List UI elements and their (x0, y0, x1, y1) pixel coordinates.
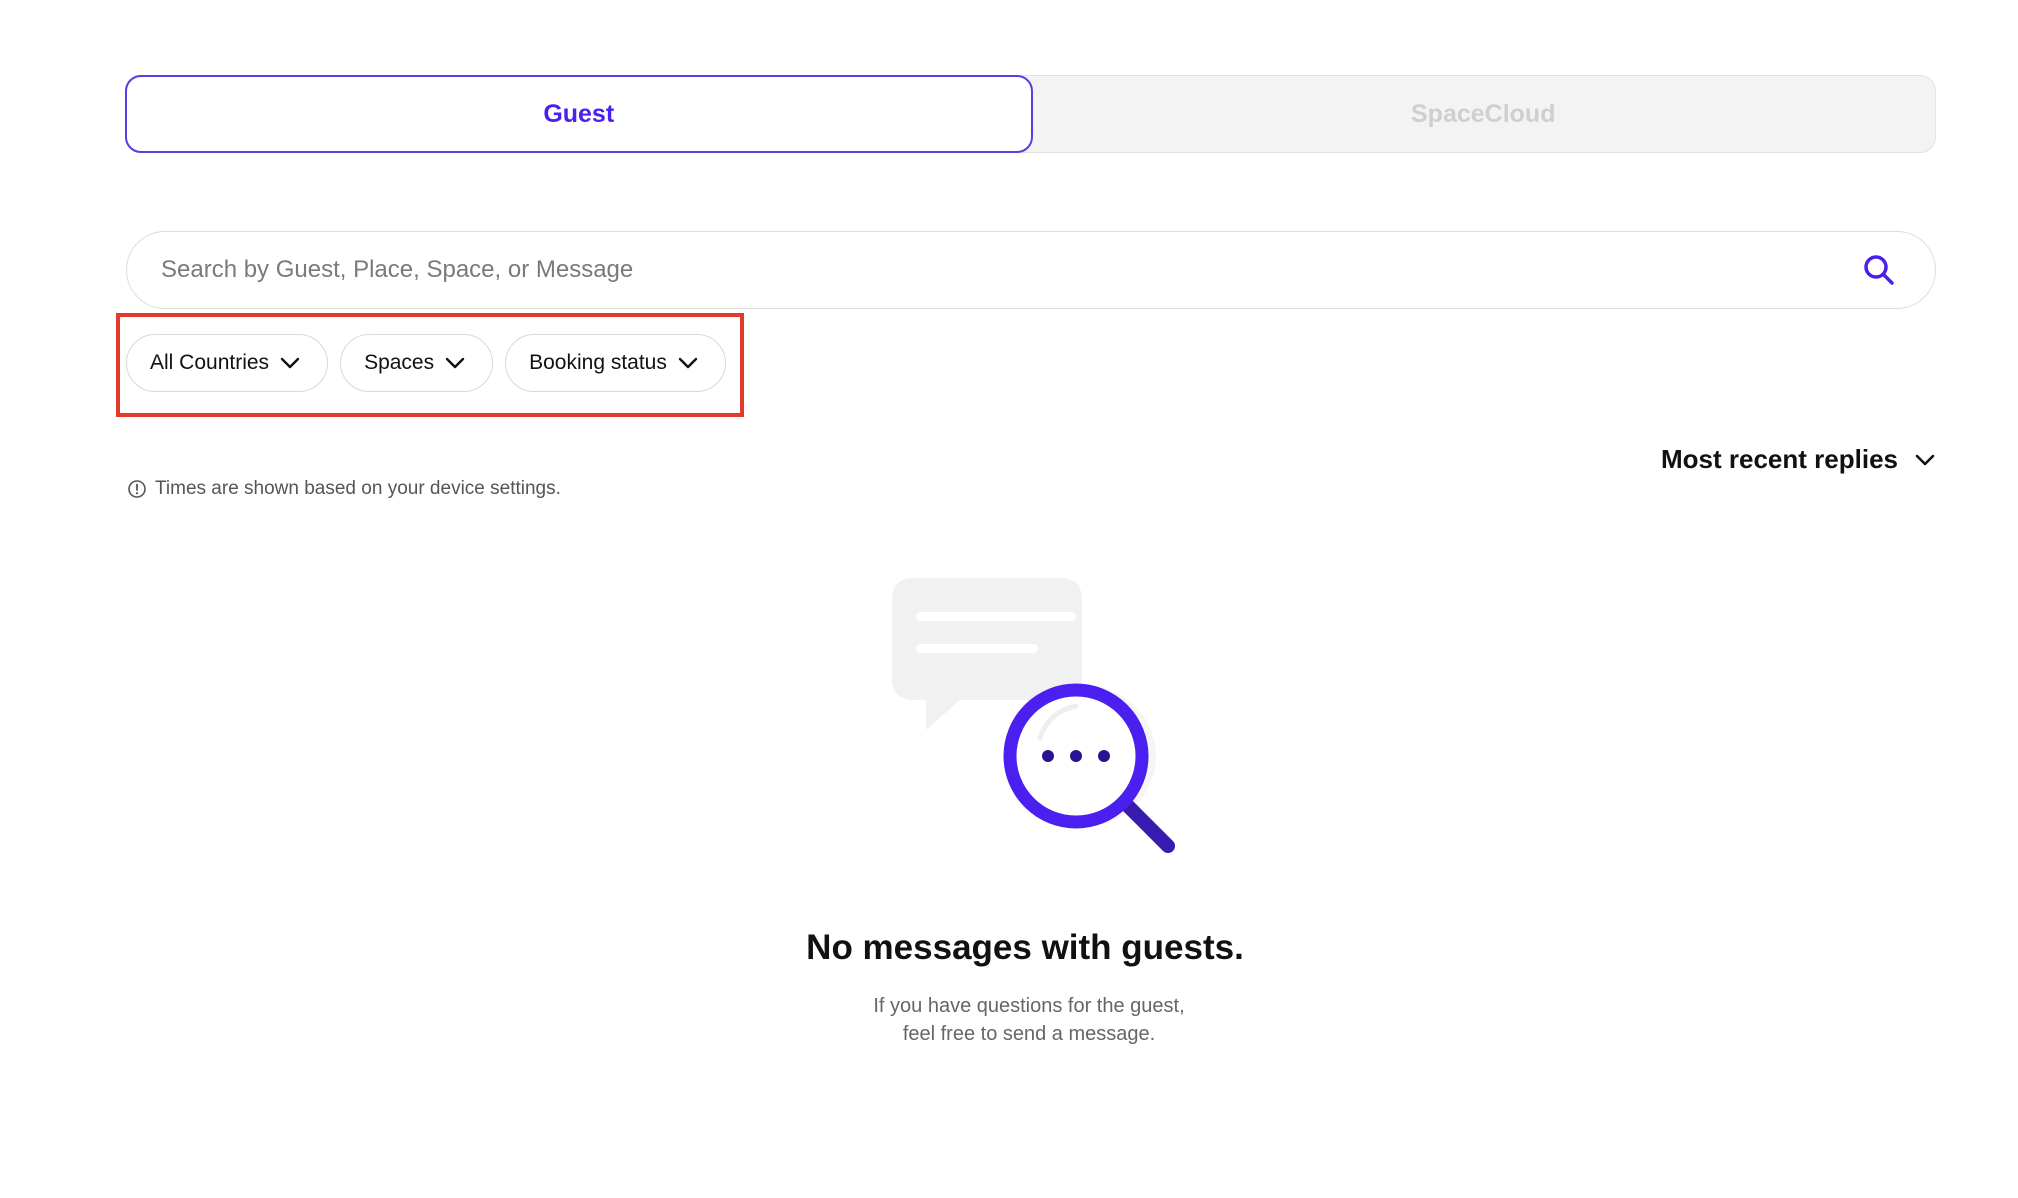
filter-label: Spaces (364, 351, 435, 374)
search-icon (1864, 255, 1894, 285)
filter-chips: All Countries Spaces Booking status (126, 334, 726, 392)
empty-state-subtitle: If you have questions for the guest, fee… (0, 992, 2018, 1048)
chevron-down-icon (280, 357, 300, 369)
timezone-info: Times are shown based on your device set… (127, 478, 561, 500)
filter-booking-status[interactable]: Booking status (505, 334, 726, 392)
empty-state-subtitle-line2: feel free to send a message. (902, 1023, 1156, 1045)
filter-label: All Countries (150, 351, 270, 374)
tab-spacecloud[interactable]: SpaceCloud (1032, 76, 1936, 152)
empty-state-title: No messages with guests. (806, 928, 1244, 967)
chevron-down-icon (445, 357, 465, 369)
info-text: Times are shown based on your device set… (155, 478, 561, 499)
host-tabs: Guest SpaceCloud (125, 75, 1936, 153)
message-search-illustration (892, 578, 1175, 853)
chevron-down-icon (1915, 454, 1935, 465)
filter-all-countries[interactable]: All Countries (126, 334, 329, 392)
tab-guest[interactable]: Guest (125, 75, 1033, 153)
info-icon (128, 480, 146, 498)
empty-state-subtitle-line1: If you have questions for the guest, (873, 995, 1185, 1017)
filter-label: Booking status (529, 351, 667, 374)
search-bar (126, 231, 1936, 309)
filter-spaces[interactable]: Spaces (340, 334, 494, 392)
chevron-down-icon (678, 357, 698, 369)
search-input[interactable] (159, 255, 1859, 285)
sort-label: Most recent replies (1661, 444, 1898, 474)
sort-dropdown[interactable]: Most recent replies (1661, 444, 1936, 475)
search-button[interactable] (1859, 250, 1899, 290)
